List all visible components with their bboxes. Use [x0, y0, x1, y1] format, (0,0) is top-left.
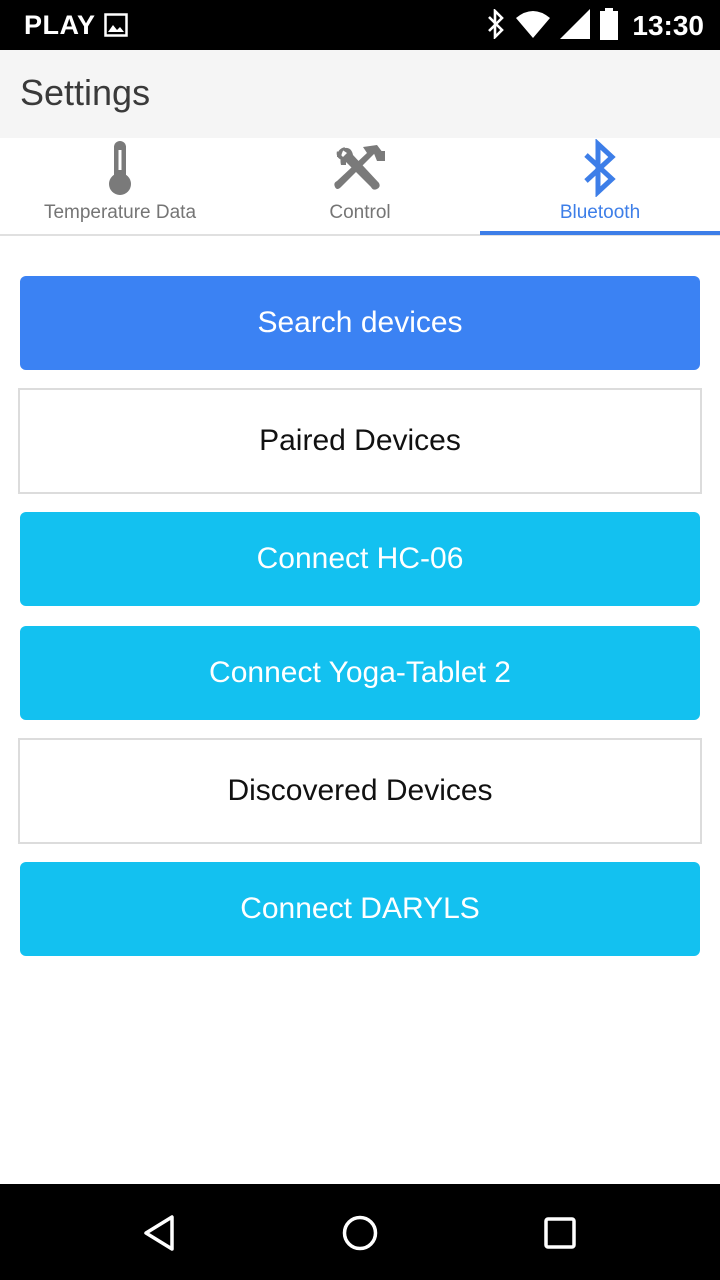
- tab-label: Temperature Data: [43, 202, 197, 223]
- connect-hc-06-button[interactable]: Connect HC-06: [20, 512, 700, 606]
- wifi-icon: [516, 10, 560, 43]
- tools-icon: [333, 143, 387, 198]
- app-bar: Settings: [0, 50, 720, 138]
- recents-icon[interactable]: [535, 1208, 585, 1258]
- tab-control[interactable]: Control: [240, 138, 480, 234]
- signal-icon: [560, 8, 600, 44]
- active-tab-indicator: [480, 231, 720, 235]
- discovered-devices-header: Discovered Devices: [18, 738, 702, 844]
- bluetooth-icon: [486, 7, 516, 44]
- tab-bluetooth[interactable]: Bluetooth: [480, 137, 720, 234]
- home-icon[interactable]: [335, 1208, 385, 1258]
- tab-label: Control: [329, 202, 391, 223]
- carrier-label: PLAY: [24, 10, 96, 40]
- connect-yoga-tablet-2-button[interactable]: Connect Yoga-Tablet 2: [20, 626, 700, 720]
- status-bar: PLAY 13:30: [0, 0, 720, 50]
- battery-icon: [600, 7, 628, 45]
- tab-label: Bluetooth: [559, 202, 641, 223]
- paired-devices-header: Paired Devices: [18, 388, 702, 494]
- image-icon: [104, 13, 128, 42]
- navigation-bar: [0, 1184, 720, 1280]
- search-devices-button[interactable]: Search devices: [20, 276, 700, 370]
- clock: 13:30: [632, 10, 704, 41]
- tab-bar: Temperature Data Control Bluetooth: [0, 137, 720, 236]
- tab-temperature-data[interactable]: Temperature Data: [0, 138, 240, 234]
- back-icon[interactable]: [135, 1208, 185, 1258]
- bluetooth-icon: [582, 137, 618, 202]
- thermometer-icon: [107, 140, 133, 201]
- page-title: Settings: [20, 72, 151, 113]
- connect-daryls-button[interactable]: Connect DARYLS: [20, 862, 700, 956]
